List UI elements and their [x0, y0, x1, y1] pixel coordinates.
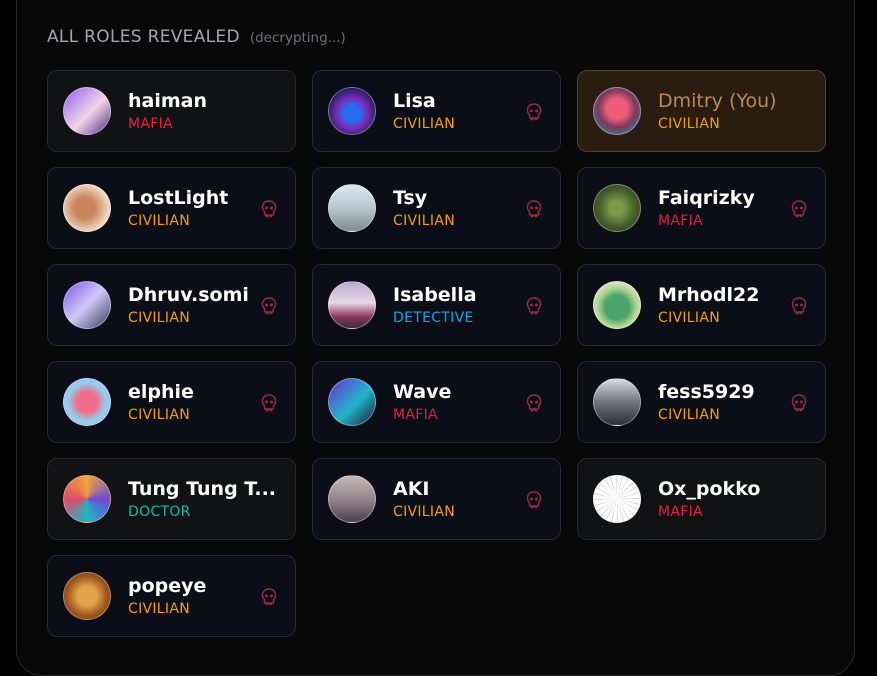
- avatar: [63, 475, 111, 523]
- skull-icon: [525, 102, 543, 122]
- player-info: Faiqrizky MAFIA: [658, 186, 755, 230]
- player-name: haiman: [128, 90, 208, 112]
- player-card-7[interactable]: Isabella DETECTIVE: [312, 264, 561, 346]
- player-card-1[interactable]: Lisa CIVILIAN: [312, 70, 561, 152]
- player-info: AKI CIVILIAN: [393, 477, 455, 521]
- player-role: CIVILIAN: [393, 213, 455, 229]
- player-card-6[interactable]: Dhruv.somi CIVILIAN: [47, 264, 296, 346]
- player-name: fess5929: [658, 381, 755, 403]
- avatar: [328, 87, 376, 135]
- skull-icon: [790, 393, 808, 413]
- player-name: LostLight: [128, 187, 229, 209]
- avatar: [63, 378, 111, 426]
- decrypting-status: (decrypting...): [249, 30, 346, 46]
- player-card-5[interactable]: Faiqrizky MAFIA: [577, 167, 826, 249]
- player-role: CIVILIAN: [128, 407, 190, 423]
- player-name: AKI: [393, 478, 430, 500]
- player-card-4[interactable]: Tsy CIVILIAN: [312, 167, 561, 249]
- player-name: Mrhodl22: [658, 284, 760, 306]
- player-card-15[interactable]: popeye CIVILIAN: [47, 555, 296, 637]
- players-grid: haiman MAFIA Lisa CIVILIAN Dmitry (You) …: [47, 70, 826, 637]
- skull-icon: [525, 490, 543, 510]
- skull-icon: [260, 199, 278, 219]
- skull-icon: [260, 393, 278, 413]
- player-info: Tsy CIVILIAN: [393, 186, 455, 230]
- player-name: elphie: [128, 381, 194, 403]
- roles-header: ALL ROLES REVEALED (decrypting...): [47, 27, 346, 47]
- player-card-14[interactable]: Ox_pokko MAFIA: [577, 458, 826, 540]
- avatar: [593, 378, 641, 426]
- player-info: fess5929 CIVILIAN: [658, 380, 755, 424]
- player-info: popeye CIVILIAN: [128, 574, 206, 618]
- player-name: Isabella: [393, 284, 477, 306]
- player-info: Dhruv.somi CIVILIAN: [128, 283, 249, 327]
- player-name: Tsy: [393, 187, 428, 209]
- player-name: Wave: [393, 381, 452, 403]
- player-name: Dmitry (You): [658, 90, 777, 112]
- player-name: Lisa: [393, 90, 436, 112]
- player-info: elphie CIVILIAN: [128, 380, 194, 424]
- player-name: popeye: [128, 575, 207, 597]
- avatar: [328, 184, 376, 232]
- player-card-12[interactable]: Tung Tung T... DOCTOR: [47, 458, 296, 540]
- skull-icon: [260, 587, 278, 607]
- player-card-13[interactable]: AKI CIVILIAN: [312, 458, 561, 540]
- player-info: Isabella DETECTIVE: [393, 283, 477, 327]
- player-role: MAFIA: [393, 407, 438, 423]
- player-role: MAFIA: [658, 504, 703, 520]
- player-role: CIVILIAN: [393, 116, 455, 132]
- player-role: CIVILIAN: [658, 407, 720, 423]
- skull-icon: [525, 296, 543, 316]
- player-card-11[interactable]: fess5929 CIVILIAN: [577, 361, 826, 443]
- player-role: CIVILIAN: [128, 310, 190, 326]
- player-info: Lisa CIVILIAN: [393, 89, 455, 133]
- skull-icon: [525, 393, 543, 413]
- player-name: Tung Tung T...: [128, 478, 277, 500]
- player-role: CIVILIAN: [128, 601, 190, 617]
- avatar: [328, 475, 376, 523]
- skull-icon: [525, 199, 543, 219]
- avatar: [63, 87, 111, 135]
- player-info: Dmitry (You) CIVILIAN: [658, 89, 777, 133]
- player-info: Ox_pokko MAFIA: [658, 477, 760, 521]
- page-title: ALL ROLES REVEALED: [47, 27, 240, 47]
- player-card-0[interactable]: haiman MAFIA: [47, 70, 296, 152]
- player-info: Mrhodl22 CIVILIAN: [658, 283, 759, 327]
- player-card-3[interactable]: LostLight CIVILIAN: [47, 167, 296, 249]
- avatar: [328, 281, 376, 329]
- avatar: [63, 572, 111, 620]
- avatar: [328, 378, 376, 426]
- player-role: CIVILIAN: [658, 116, 720, 132]
- player-card-2[interactable]: Dmitry (You) CIVILIAN: [577, 70, 826, 152]
- skull-icon: [790, 296, 808, 316]
- player-name: Faiqrizky: [658, 187, 755, 209]
- player-info: Tung Tung T... DOCTOR: [128, 477, 276, 521]
- avatar: [593, 87, 641, 135]
- player-role: DETECTIVE: [393, 310, 474, 326]
- avatar: [63, 281, 111, 329]
- player-role: CIVILIAN: [393, 504, 455, 520]
- avatar: [593, 475, 641, 523]
- avatar: [593, 281, 641, 329]
- player-role: MAFIA: [658, 213, 703, 229]
- player-info: LostLight CIVILIAN: [128, 186, 228, 230]
- player-role: CIVILIAN: [128, 213, 190, 229]
- player-name: Ox_pokko: [658, 478, 761, 500]
- avatar: [63, 184, 111, 232]
- skull-icon: [260, 296, 278, 316]
- player-role: DOCTOR: [128, 504, 191, 520]
- player-name: Dhruv.somi: [128, 284, 249, 306]
- player-role: MAFIA: [128, 116, 173, 132]
- skull-icon: [790, 199, 808, 219]
- avatar: [593, 184, 641, 232]
- player-card-10[interactable]: Wave MAFIA: [312, 361, 561, 443]
- player-info: haiman MAFIA: [128, 89, 207, 133]
- player-info: Wave MAFIA: [393, 380, 451, 424]
- player-role: CIVILIAN: [658, 310, 720, 326]
- player-card-9[interactable]: elphie CIVILIAN: [47, 361, 296, 443]
- player-card-8[interactable]: Mrhodl22 CIVILIAN: [577, 264, 826, 346]
